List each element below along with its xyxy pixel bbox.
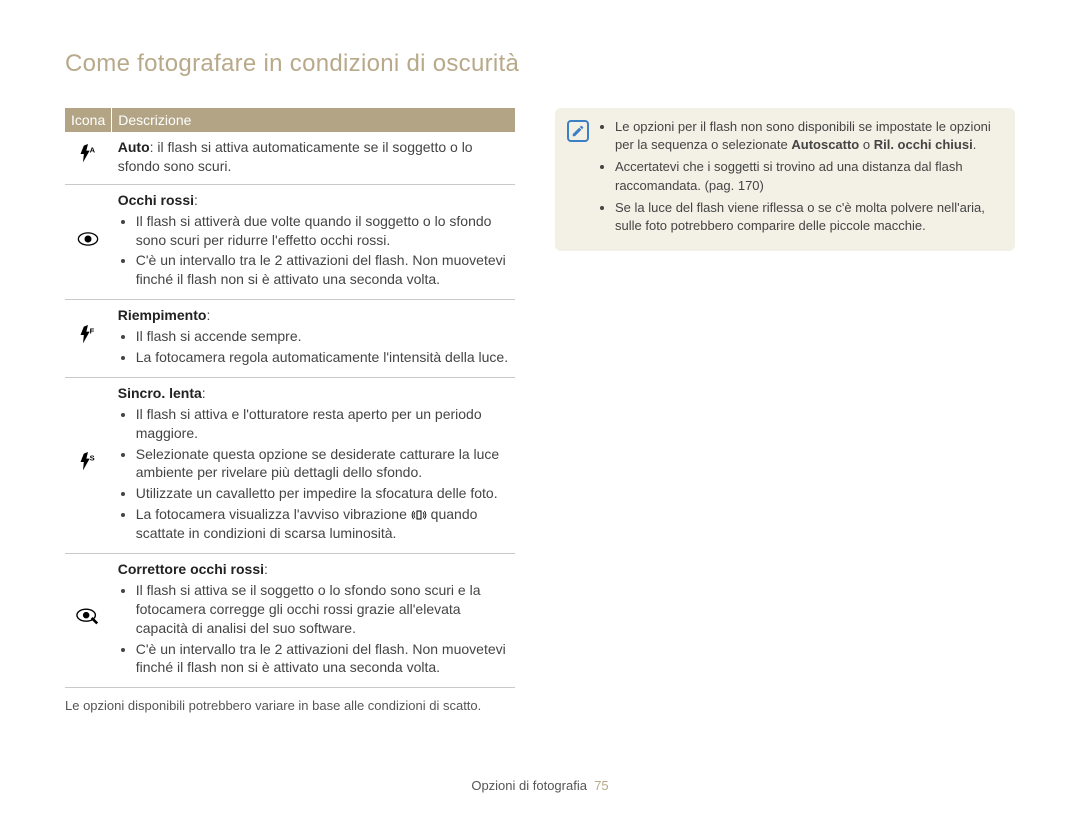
table-footnote: Le opzioni disponibili potrebbero variar… (65, 698, 515, 713)
note-item: Le opzioni per il flash non sono disponi… (615, 118, 1003, 154)
row-description: Correttore occhi rossi:Il flash si attiv… (112, 554, 515, 688)
page-footer: Opzioni di fotografia 75 (0, 778, 1080, 793)
row-description: Occhi rossi:Il flash si attiverà due vol… (112, 184, 515, 299)
flash-fill-icon: F (65, 300, 112, 378)
flash-slow-icon: S (65, 377, 112, 553)
row-description: Sincro. lenta:Il flash si attiva e l'ott… (112, 377, 515, 553)
flash-options-table: Icona Descrizione A Auto: il flash si att… (65, 108, 515, 688)
section-title: Come fotografare in condizioni di oscuri… (65, 50, 1015, 78)
row-description: Riempimento:Il flash si accende sempre.L… (112, 300, 515, 378)
row-description: Auto: il flash si attiva automaticamente… (112, 132, 515, 184)
footer-text: Opzioni di fotografia (471, 778, 587, 793)
note-item: Se la luce del flash viene riflessa o se… (615, 199, 1003, 235)
th-desc: Descrizione (112, 108, 515, 132)
svg-text:S: S (90, 453, 95, 462)
footer-page-number: 75 (594, 778, 608, 793)
svg-text:F: F (90, 326, 95, 335)
flash-auto-icon: A (65, 132, 112, 184)
note-item: Accertatevi che i soggetti si trovino ad… (615, 158, 1003, 194)
svg-text:A: A (90, 146, 96, 155)
note-icon (567, 120, 589, 142)
note-list: Le opzioni per il flash non sono disponi… (599, 118, 1003, 239)
eye-icon (65, 184, 112, 299)
th-icon: Icona (65, 108, 112, 132)
eye-brush-icon (65, 554, 112, 688)
note-box: Le opzioni per il flash non sono disponi… (555, 108, 1015, 251)
